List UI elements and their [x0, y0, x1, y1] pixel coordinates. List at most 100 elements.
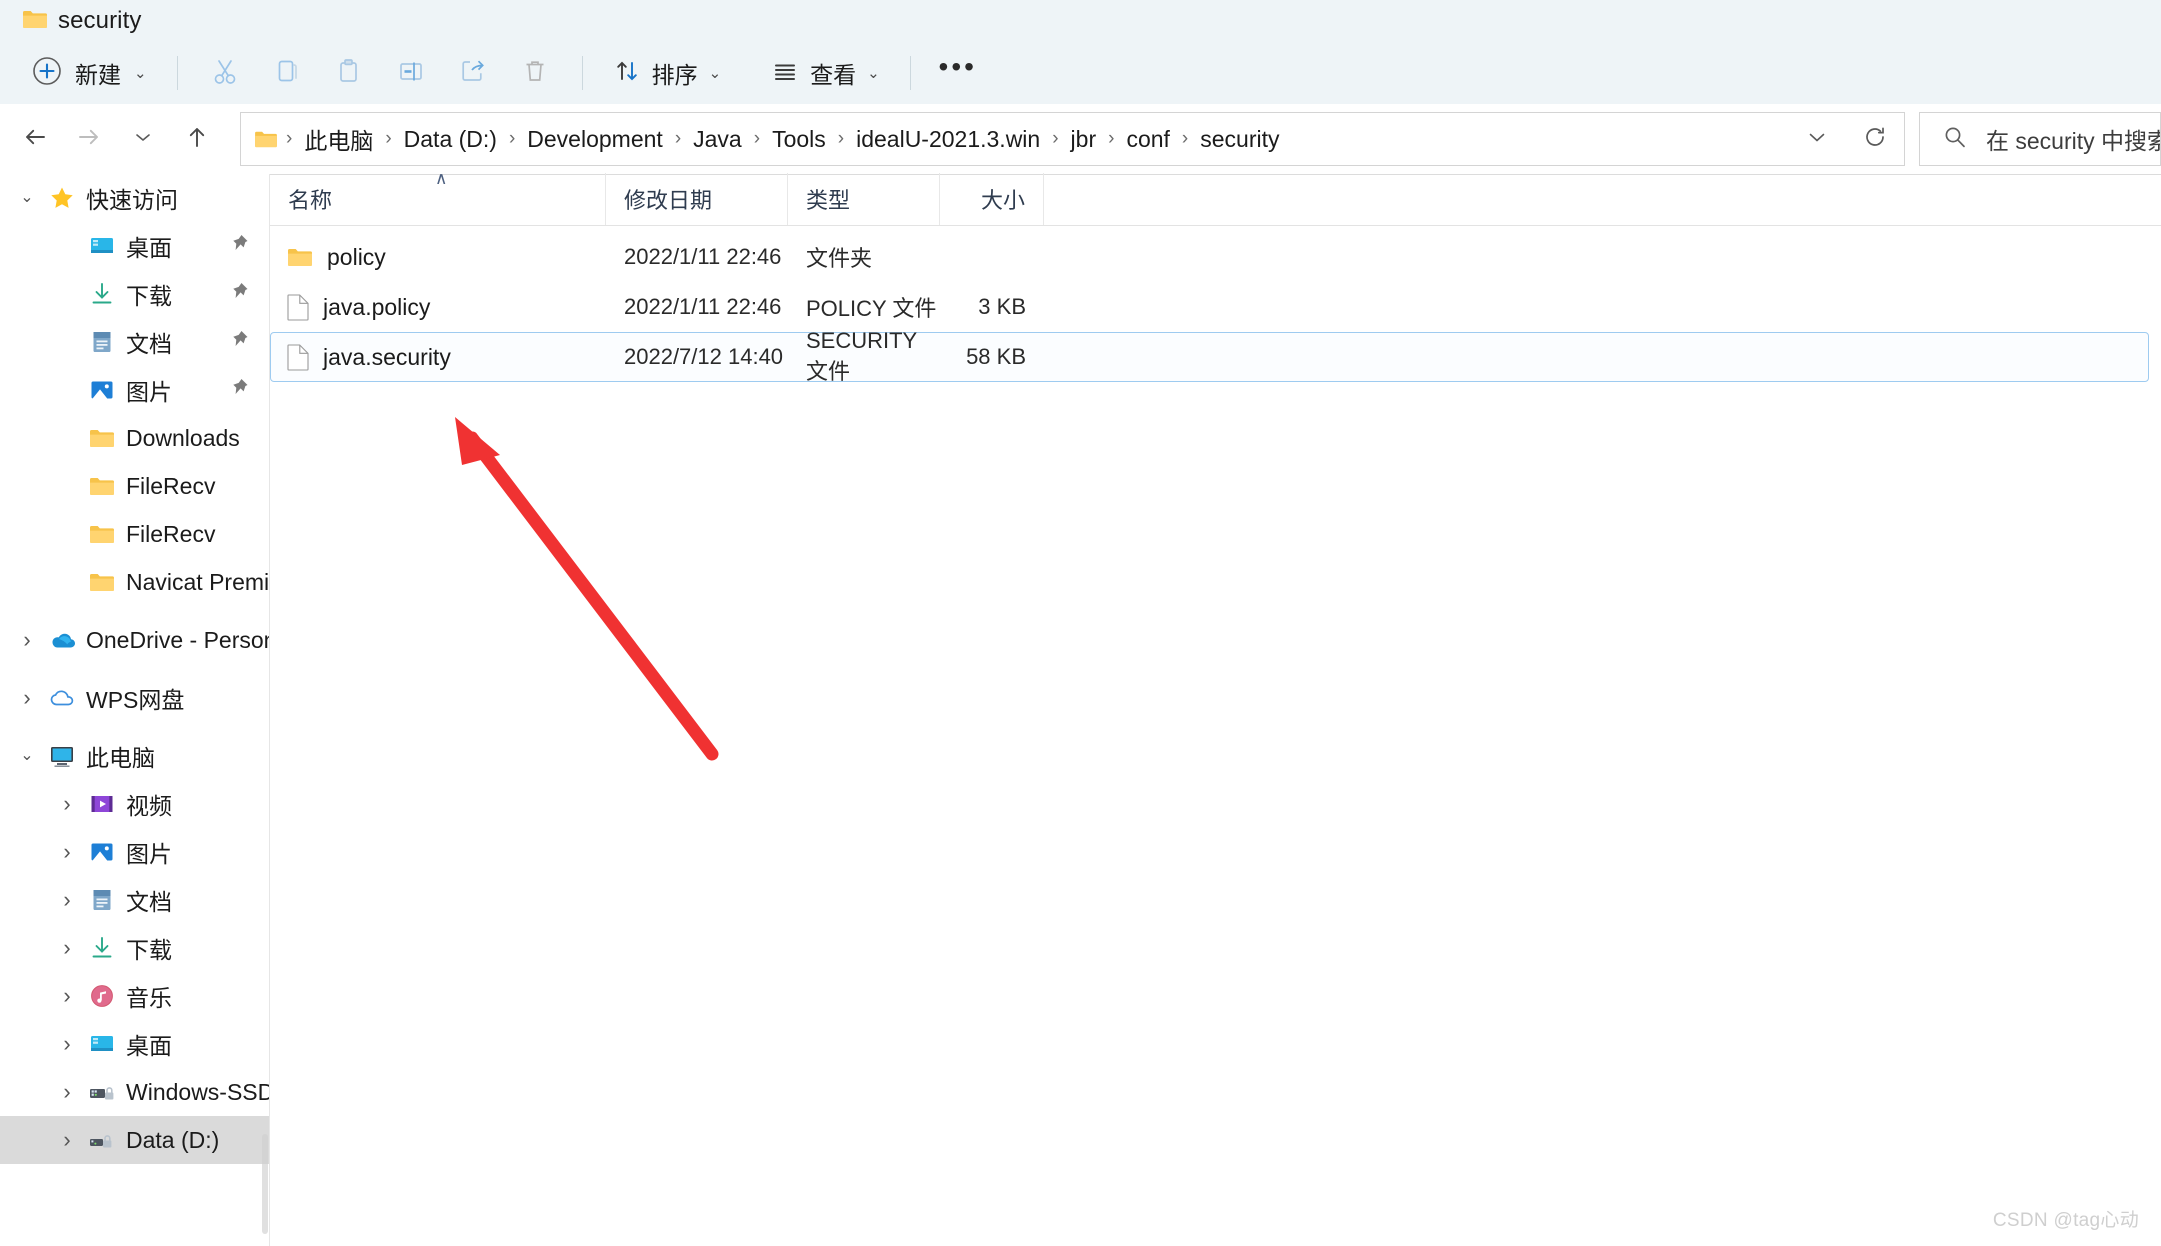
chevron-right-icon[interactable]: [50, 937, 84, 959]
folder-icon: [254, 129, 278, 149]
file-name-label: java.security: [323, 344, 451, 371]
breadcrumb-separator: ›: [1104, 128, 1118, 150]
chevron-right-icon[interactable]: [50, 1129, 84, 1151]
file-name-cell: java.security: [271, 344, 606, 371]
chevron-right-icon[interactable]: [50, 889, 84, 911]
chevron-down-icon[interactable]: [10, 748, 44, 764]
sidebar-scrollbar-thumb[interactable]: [262, 1134, 268, 1234]
sidebar-item-downloads-pc[interactable]: 下载: [0, 924, 270, 972]
chevron-right-icon[interactable]: [50, 1081, 84, 1103]
chevron-down-icon[interactable]: [10, 190, 44, 206]
column-header-size[interactable]: 大小: [939, 173, 1043, 225]
table-row[interactable]: java.policy 2022/1/11 22:46 POLICY 文件 3 …: [270, 282, 2149, 332]
search-box[interactable]: 在 security 中搜索: [1919, 112, 2161, 166]
sidebar-item-navicat-premium[interactable]: Navicat Premium: [0, 558, 270, 606]
sidebar-item-filerecv-2[interactable]: FileRecv: [0, 510, 270, 558]
chevron-right-icon[interactable]: [50, 1033, 84, 1055]
sidebar-item-label: 快速访问: [86, 181, 178, 215]
chevron-right-icon[interactable]: [50, 793, 84, 815]
column-header-spacer: [1043, 173, 1103, 225]
breadcrumb-item-1[interactable]: Data (D:): [396, 122, 505, 157]
sidebar-item-music[interactable]: 音乐: [0, 972, 270, 1020]
copy-button[interactable]: [256, 50, 318, 96]
address-bar-actions: [1788, 113, 1904, 165]
sidebar-item-documents-cn[interactable]: 文档: [0, 318, 270, 366]
sidebar-item-downloads-cn[interactable]: 下载: [0, 270, 270, 318]
sidebar-item-documents-pc[interactable]: 文档: [0, 876, 270, 924]
sidebar-item-desktop[interactable]: 桌面: [0, 222, 270, 270]
rename-button[interactable]: [380, 50, 442, 96]
sidebar-item-windows-ssd-c[interactable]: Windows-SSD (C:): [0, 1068, 270, 1116]
pictures-icon: [84, 377, 120, 403]
refresh-button[interactable]: [1846, 113, 1904, 165]
forward-button[interactable]: [62, 112, 116, 166]
sidebar-item-quick-access[interactable]: 快速访问: [0, 174, 270, 222]
column-header-type[interactable]: 类型: [787, 173, 939, 225]
chevron-right-icon[interactable]: [10, 629, 44, 651]
sidebar-item-pictures-pc[interactable]: 图片: [0, 828, 270, 876]
list-lines-icon: [771, 57, 799, 90]
breadcrumb-item-5[interactable]: idealU-2021.3.win: [848, 122, 1048, 157]
sidebar-item-downloads[interactable]: Downloads: [0, 414, 270, 462]
pin-icon[interactable]: [228, 377, 250, 404]
sidebar-item-videos[interactable]: 视频: [0, 780, 270, 828]
back-button[interactable]: [8, 112, 62, 166]
thispc-icon: [44, 744, 80, 768]
arrow-left-icon: [20, 122, 50, 157]
sidebar-item-pictures-cn[interactable]: 图片: [0, 366, 270, 414]
desktop-icon: [84, 233, 120, 259]
table-row[interactable]: java.security 2022/7/12 14:40 SECURITY 文…: [270, 332, 2149, 382]
sidebar-item-label: 视频: [126, 787, 172, 821]
sidebar-item-desktop-pc[interactable]: 桌面: [0, 1020, 270, 1068]
breadcrumb-item-7[interactable]: conf: [1118, 122, 1177, 157]
column-header-date-modified[interactable]: 修改日期: [605, 173, 787, 225]
toolbar-divider-2: [582, 56, 583, 90]
delete-button[interactable]: [504, 50, 566, 96]
recent-locations-button[interactable]: [116, 112, 170, 166]
pin-icon[interactable]: [228, 281, 250, 308]
sidebar-item-onedrive[interactable]: OneDrive - Persona: [0, 616, 270, 664]
chevron-right-icon[interactable]: [50, 841, 84, 863]
search-placeholder: 在 security 中搜索: [1986, 122, 2161, 156]
sidebar-item-filerecv-1[interactable]: FileRecv: [0, 462, 270, 510]
pin-icon[interactable]: [228, 329, 250, 356]
paste-button[interactable]: [318, 50, 380, 96]
breadcrumb-separator: ›: [381, 128, 395, 150]
sidebar-item-wps-cloud[interactable]: WPS网盘: [0, 674, 270, 722]
tab-security[interactable]: security: [8, 2, 156, 40]
sidebar-item-data-d[interactable]: Data (D:): [0, 1116, 270, 1164]
folder-icon: [84, 427, 120, 449]
breadcrumb-item-2[interactable]: Development: [519, 122, 671, 157]
view-button[interactable]: 查看 ⌄: [757, 50, 894, 96]
chevron-right-icon[interactable]: [10, 687, 44, 709]
breadcrumb-item-0[interactable]: 此电脑: [296, 118, 381, 160]
breadcrumb-item-4[interactable]: Tools: [764, 122, 834, 157]
more-options-button[interactable]: •••: [927, 50, 989, 96]
sort-button[interactable]: 排序 ⌄: [599, 50, 736, 96]
sidebar-item-label: Downloads: [126, 425, 240, 452]
cut-button[interactable]: [194, 50, 256, 96]
drive-icon: [84, 1128, 120, 1152]
breadcrumb-item-6[interactable]: jbr: [1063, 122, 1105, 157]
new-button[interactable]: 新建 ⌄: [12, 50, 161, 96]
arrow-right-icon: [74, 122, 104, 157]
pin-icon[interactable]: [228, 233, 250, 260]
breadcrumb-item-3[interactable]: Java: [685, 122, 750, 157]
file-type-cell: SECURITY 文件: [788, 328, 940, 386]
breadcrumb-item-8[interactable]: security: [1192, 122, 1287, 157]
address-bar[interactable]: › 此电脑 › Data (D:) › Development › Java ›…: [240, 112, 1905, 166]
address-dropdown-button[interactable]: [1788, 113, 1846, 165]
file-icon: [287, 294, 309, 321]
column-headers: ∧ 名称 修改日期 类型 大小: [270, 174, 2161, 226]
table-row[interactable]: policy 2022/1/11 22:46 文件夹: [270, 232, 2149, 282]
column-header-name[interactable]: ∧ 名称: [270, 173, 605, 225]
up-button[interactable]: [170, 112, 224, 166]
breadcrumb-separator: ›: [671, 128, 685, 150]
sidebar-item-this-pc[interactable]: 此电脑: [0, 732, 270, 780]
sidebar-item-label: 桌面: [126, 229, 172, 263]
share-button[interactable]: [442, 50, 504, 96]
sort-button-label: 排序: [652, 56, 698, 90]
chevron-down-icon: [132, 126, 154, 153]
wpscloud-icon: [44, 687, 80, 709]
chevron-right-icon[interactable]: [50, 985, 84, 1007]
